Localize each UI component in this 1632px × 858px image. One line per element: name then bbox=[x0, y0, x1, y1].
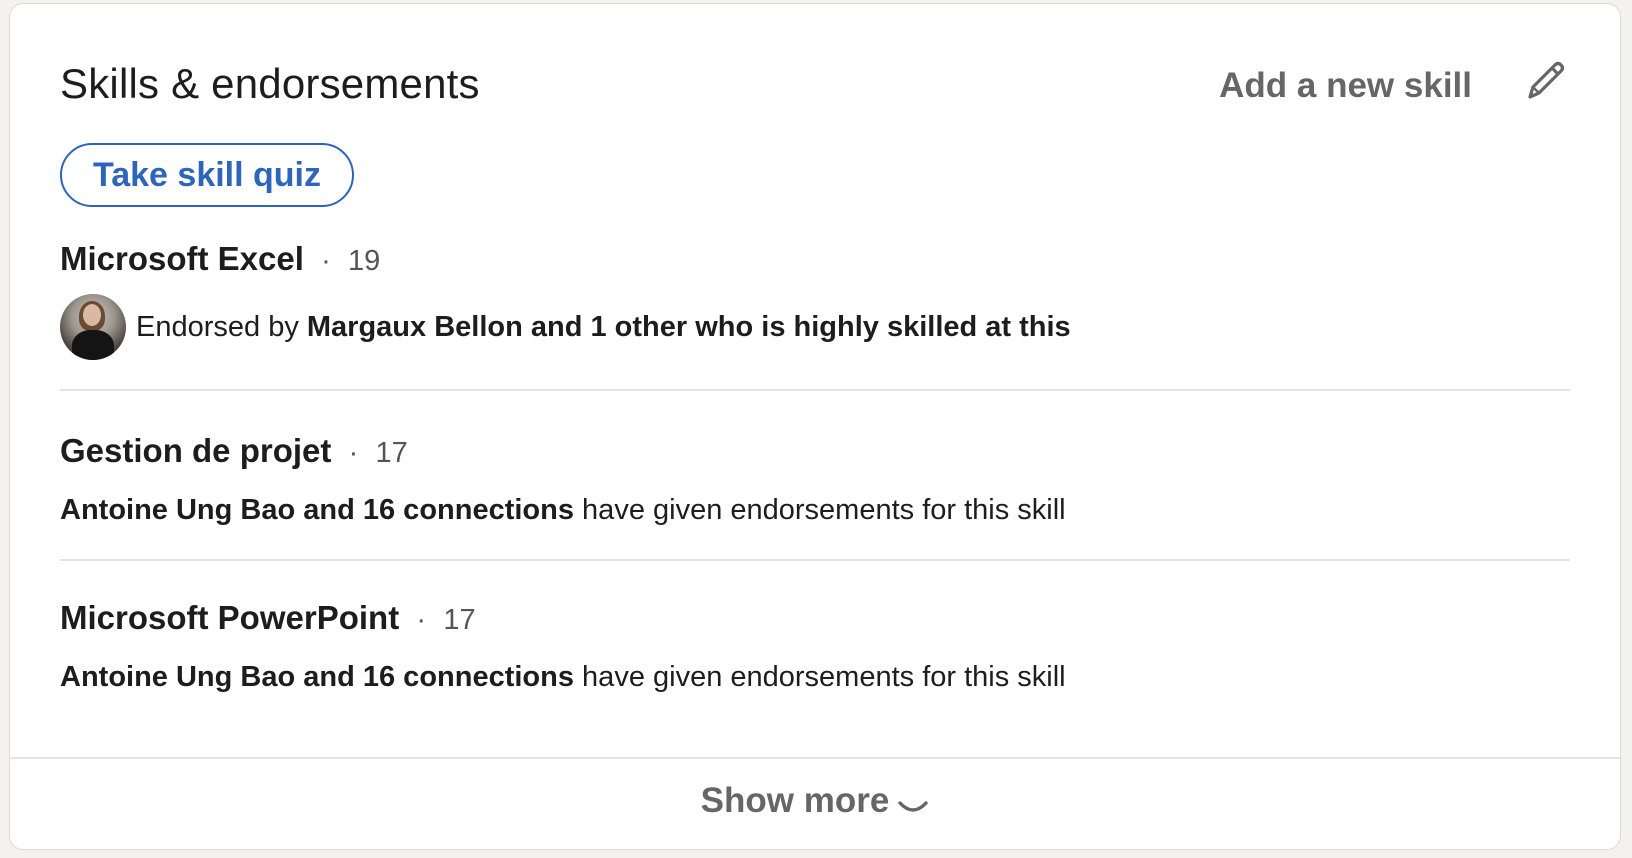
add-skill-button[interactable]: Add a new skill bbox=[1219, 66, 1472, 106]
skill-name[interactable]: Microsoft Excel bbox=[60, 240, 304, 277]
section-title: Skills & endorsements bbox=[60, 60, 480, 107]
endorsement-count[interactable]: 17 bbox=[443, 604, 475, 636]
divider bbox=[60, 559, 1570, 561]
divider bbox=[60, 389, 1570, 391]
endorser-names[interactable]: Margaux Bellon and 1 other who is highly… bbox=[307, 311, 1071, 344]
skill-item: Gestion de projet · 17 Antoine Ung Bao a… bbox=[60, 432, 1570, 527]
endorsement-row[interactable]: Antoine Ung Bao and 16 connections have … bbox=[60, 494, 1570, 527]
endorsement-suffix: have given endorsements for this skill bbox=[574, 661, 1066, 693]
avatar-face bbox=[83, 304, 101, 326]
skill-name-row: Gestion de projet · 17 bbox=[60, 432, 1570, 470]
skill-separator: · bbox=[313, 245, 339, 277]
skill-name-row: Microsoft PowerPoint · 17 bbox=[60, 599, 1570, 637]
take-skill-quiz-button[interactable]: Take skill quiz bbox=[60, 143, 354, 207]
skill-name[interactable]: Microsoft PowerPoint bbox=[60, 599, 399, 636]
endorsement-row[interactable]: Endorsed by Margaux Bellon and 1 other w… bbox=[60, 294, 1570, 360]
skill-separator: · bbox=[340, 437, 367, 469]
edit-skills-button[interactable] bbox=[1520, 56, 1570, 106]
skill-separator: · bbox=[408, 604, 435, 636]
skills-card: Skills & endorsements Add a new skill Ta… bbox=[9, 3, 1621, 850]
chevron-down-icon bbox=[898, 801, 929, 812]
avatar-body bbox=[72, 330, 114, 360]
endorser-avatar[interactable] bbox=[60, 294, 126, 360]
endorsement-count[interactable]: 19 bbox=[348, 245, 380, 277]
show-more-label: Show more bbox=[700, 781, 890, 820]
endorsement-suffix: have given endorsements for this skill bbox=[574, 494, 1066, 526]
section-header: Skills & endorsements Add a new skill bbox=[60, 56, 1570, 112]
show-more-button[interactable]: Show more bbox=[10, 759, 1620, 849]
endorsement-row[interactable]: Antoine Ung Bao and 16 connections have … bbox=[60, 661, 1570, 694]
endorsement-count[interactable]: 17 bbox=[376, 437, 408, 469]
endorser-names[interactable]: Antoine Ung Bao and 16 connections bbox=[60, 494, 574, 527]
pencil-icon bbox=[1528, 61, 1565, 99]
skill-item: Microsoft PowerPoint · 17 Antoine Ung Ba… bbox=[60, 599, 1570, 694]
skill-item: Microsoft Excel · 19 Endorsed by Margaux… bbox=[60, 240, 1570, 360]
skill-name[interactable]: Gestion de projet bbox=[60, 432, 331, 469]
skill-name-row: Microsoft Excel · 19 bbox=[60, 240, 1570, 278]
endorser-names[interactable]: Antoine Ung Bao and 16 connections bbox=[60, 661, 574, 694]
endorsement-prefix: Endorsed by bbox=[136, 310, 307, 343]
